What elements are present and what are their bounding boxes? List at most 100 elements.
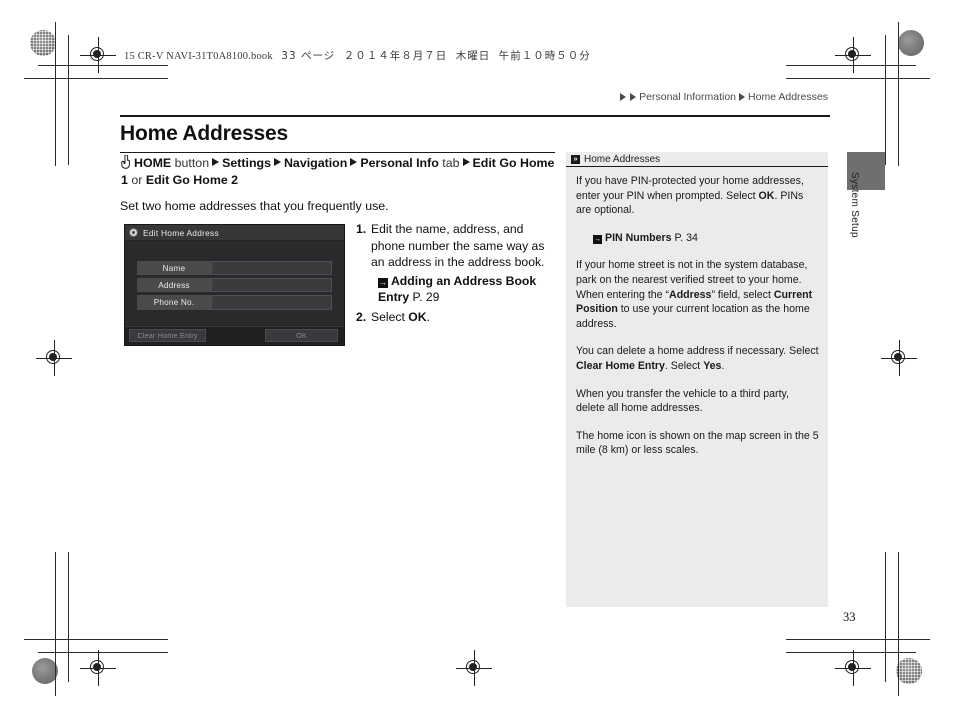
navpath-step-home: HOME — [134, 156, 172, 170]
note-text: You can delete a home address if necessa… — [576, 345, 819, 358]
note-text: When you transfer the vehicle to a third… — [576, 387, 789, 415]
hand-pointer-icon — [121, 155, 130, 169]
navpath-step-personal-info-suffix: tab — [438, 156, 460, 170]
print-header-page-label: 33 ページ — [281, 50, 336, 62]
crop-line — [55, 22, 56, 166]
navpath-step-edit-go-home-2: Edit Go Home 2 — [145, 173, 239, 187]
crop-line — [885, 35, 886, 165]
note-crossref[interactable]: → PIN Numbers P. 34 — [593, 231, 819, 246]
device-field-row[interactable]: Name — [137, 261, 332, 276]
print-header-date: ２０１４年８月７日 — [343, 50, 448, 62]
navpath-joiner: or — [127, 173, 146, 187]
corner-dot-topright — [898, 30, 924, 56]
note-paragraph-3: You can delete a home address if necessa… — [576, 344, 819, 373]
note-crossref-page: P. 34 — [674, 231, 698, 244]
device-title: Edit Home Address — [143, 227, 219, 238]
page-number: 33 — [843, 610, 856, 624]
note-marker-icon: » — [571, 154, 580, 164]
navigation-path: HOME button Settings Navigation Personal In… — [121, 155, 561, 189]
chevron-right-icon — [630, 93, 637, 101]
device-field-row[interactable]: Address — [137, 278, 332, 293]
print-header-time: 午前１０時５０分 — [498, 50, 591, 62]
note-paragraph-2: If your home street is not in the system… — [576, 258, 819, 331]
note-panel-header: » Home Addresses — [566, 152, 828, 167]
print-header: 15 CR-V NAVI-31T0A8100.book 33 ページ ２０１４年… — [124, 48, 591, 63]
chevron-right-icon — [739, 93, 746, 101]
note-emphasis: Clear Home Entry — [576, 359, 665, 372]
device-field-row[interactable]: Phone No. — [137, 295, 332, 310]
chevron-right-icon — [350, 158, 358, 166]
crop-line — [38, 652, 168, 653]
corner-dot-topleft — [30, 30, 56, 56]
step-1-crossref[interactable]: → Adding an Address Book Entry P. 29 — [378, 273, 556, 306]
step-1-crossref-page: P. 29 — [412, 290, 440, 305]
note-panel-title: Home Addresses — [584, 153, 661, 165]
navpath-rule — [120, 152, 555, 154]
note-emphasis: OK — [758, 189, 775, 202]
chevron-right-icon — [620, 93, 627, 101]
lead-paragraph: Set two home addresses that you frequent… — [120, 199, 389, 213]
crop-line — [786, 639, 930, 640]
note-text: The home icon is shown on the map screen… — [576, 429, 819, 457]
crop-line — [24, 78, 168, 79]
print-header-book: 15 CR-V NAVI-31T0A8100.book — [124, 51, 273, 62]
step-2-text-pre: Select — [371, 309, 409, 324]
crop-line — [885, 552, 886, 682]
note-text: ” field, select — [711, 288, 774, 301]
step-1-crossref-label: Adding an Address Book Entry — [378, 273, 537, 305]
device-field-label-name: Name — [137, 261, 211, 276]
note-emphasis: Address — [669, 288, 712, 301]
crop-line — [786, 65, 916, 66]
crop-line — [786, 78, 930, 79]
note-text: . — [721, 359, 725, 372]
crop-line — [898, 552, 899, 696]
clear-home-entry-button[interactable]: Clear Home Entry — [129, 329, 206, 342]
device-field-list: Name Address Phone No. — [125, 241, 344, 310]
step-2: 2. Select OK. — [356, 309, 556, 326]
registration-mark-bottomleft — [80, 650, 116, 686]
crop-line — [786, 652, 916, 653]
step-1-number: 1. — [356, 222, 367, 236]
ok-button[interactable]: OK — [265, 329, 338, 342]
step-2-text-bold: OK — [408, 309, 427, 324]
corner-dot-bottomright — [896, 658, 922, 684]
note-paragraph-4: When you transfer the vehicle to a third… — [576, 387, 819, 416]
breadcrumb: Personal Information Home Addresses — [619, 91, 828, 103]
step-1-text: Edit the name, address, and phone number… — [371, 222, 545, 270]
print-header-weekday: 木曜日 — [455, 50, 491, 62]
device-screenshot: Edit Home Address Name Address Phone No.… — [124, 224, 345, 346]
device-field-value-phone[interactable] — [211, 295, 332, 310]
gear-icon — [129, 228, 138, 237]
page-title: Home Addresses — [120, 122, 288, 145]
crop-line — [68, 552, 69, 682]
chevron-right-icon — [212, 158, 220, 166]
jump-ref-icon: → — [593, 234, 602, 244]
note-text: . Select — [664, 359, 704, 372]
chevron-right-icon — [273, 158, 281, 166]
navpath-step-home-suffix: button — [171, 156, 210, 170]
jump-ref-icon: → — [378, 277, 388, 288]
steps-list: 1. Edit the name, address, and phone num… — [356, 221, 556, 325]
registration-mark-bottomright — [835, 650, 871, 686]
device-titlebar: Edit Home Address — [125, 225, 344, 241]
device-field-label-phone: Phone No. — [137, 295, 211, 310]
registration-mark-right — [881, 340, 917, 376]
step-2-number: 2. — [356, 309, 367, 324]
breadcrumb-level2: Home Addresses — [748, 91, 828, 103]
breadcrumb-level1: Personal Information — [639, 91, 737, 103]
navpath-step-personal-info: Personal Info — [360, 156, 439, 170]
crop-line — [24, 639, 168, 640]
device-field-value-address[interactable] — [211, 278, 332, 293]
note-panel: » Home Addresses If you have PIN-protect… — [566, 152, 828, 607]
crop-line — [55, 552, 56, 696]
device-field-value-name[interactable] — [211, 261, 332, 276]
note-emphasis: Yes — [703, 359, 722, 372]
header-rule — [120, 115, 830, 117]
crop-line — [68, 35, 69, 165]
navpath-step-settings: Settings — [222, 156, 271, 170]
step-2-text: Select OK. — [371, 309, 556, 326]
note-panel-body: If you have PIN-protected your home addr… — [566, 167, 828, 458]
step-1: 1. Edit the name, address, and phone num… — [356, 221, 556, 271]
crop-line — [898, 22, 899, 166]
navpath-step-navigation: Navigation — [283, 156, 348, 170]
